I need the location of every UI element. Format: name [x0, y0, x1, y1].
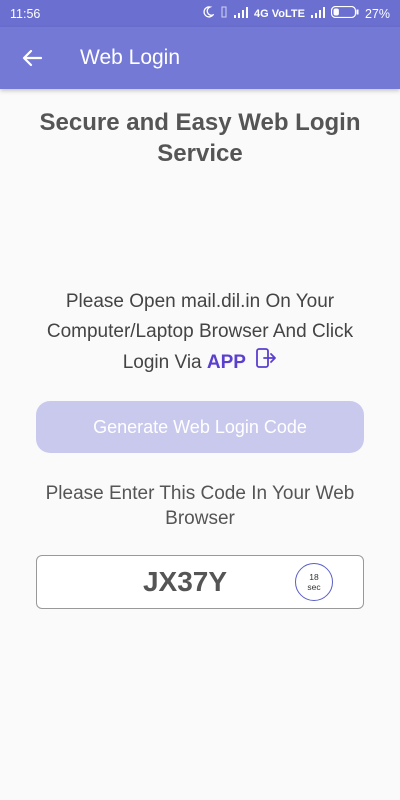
countdown-timer: 18 sec: [295, 563, 333, 601]
app-link[interactable]: APP: [207, 352, 246, 373]
app-bar: Web Login: [0, 27, 400, 89]
status-bar: 11:56 4G VoLTE 27%: [0, 0, 400, 27]
back-arrow-icon[interactable]: [18, 44, 46, 72]
instructions-text: Please Open mail.dil.in On Your Computer…: [46, 291, 354, 374]
generate-code-button[interactable]: Generate Web Login Code: [36, 401, 364, 453]
battery-percent: 27%: [364, 6, 390, 21]
battery-icon: [330, 5, 359, 21]
status-icons: 4G VoLTE 27%: [202, 5, 390, 21]
signal-icon: [234, 6, 249, 21]
page-title: Web Login: [80, 46, 181, 69]
login-instructions: Please Open mail.dil.in On Your Computer…: [36, 287, 364, 379]
signal-icon: [310, 6, 325, 21]
phone-login-icon: [255, 347, 277, 379]
enter-code-instructions: Please Enter This Code In Your Web Brows…: [45, 483, 355, 529]
moon-icon: [202, 6, 215, 21]
status-time: 11:56: [10, 6, 41, 21]
login-code-box: JX37Y 18 sec: [36, 555, 364, 609]
timer-value: 18: [309, 572, 319, 582]
vibrate-icon: [220, 6, 228, 21]
service-heading: Secure and Easy Web Login Service: [39, 109, 361, 167]
timer-unit: sec: [307, 582, 321, 592]
network-label: 4G VoLTE: [254, 7, 305, 20]
